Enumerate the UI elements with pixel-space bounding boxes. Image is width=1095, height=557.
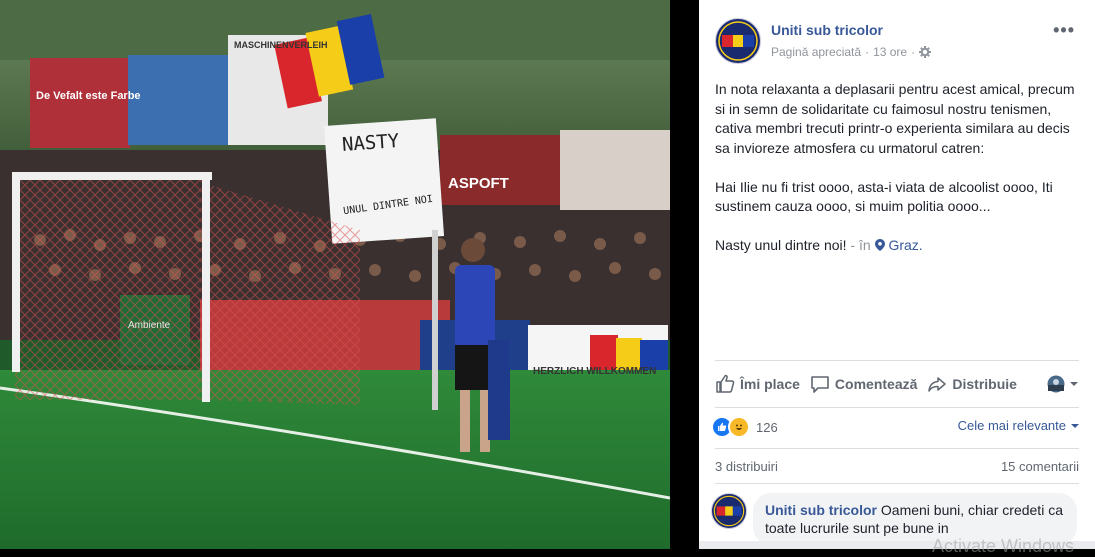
post-text: In nota relaxanta a deplasarii pentru ac… [715, 80, 1085, 275]
reaction-count[interactable]: 126 [756, 420, 778, 435]
post-paragraph: Hai Ilie nu fi trist oooo, asta-i viata … [715, 178, 1053, 215]
banner-text-3: ASPOFT [448, 175, 509, 192]
more-options-icon[interactable]: ••• [1053, 20, 1075, 41]
sort-label: Cele mai relevante [957, 418, 1066, 433]
page-avatar[interactable] [715, 18, 761, 64]
comment-button[interactable]: Comentează [810, 374, 917, 394]
share-button[interactable]: Distribuie [927, 374, 1017, 394]
windows-activation-watermark: Activate Windows [932, 536, 1075, 556]
banner-text-5: Ambiente [128, 320, 171, 331]
liked-page-label: Pagină apreciată [771, 45, 862, 59]
page-logo-icon [712, 494, 746, 528]
banner-text-4: HERZLICH WILLKOMMEN [533, 366, 657, 377]
page-logo-icon [717, 20, 759, 62]
post-as-selector[interactable] [1047, 375, 1079, 393]
divider [715, 483, 1079, 484]
banner-text-nasty: NASTY [341, 130, 400, 156]
stadium-photo [0, 0, 670, 549]
post-header: Uniti sub tricolor Pagină apreciată · 13… [715, 16, 1079, 66]
commenter-avatar[interactable] [711, 493, 747, 529]
meta-separator: · [865, 45, 870, 59]
post-paragraph-last: Nasty unul dintre noi! - în Graz. [715, 236, 1085, 256]
reactions-summary[interactable]: 126 [711, 416, 778, 438]
location-prefix: - în [850, 237, 871, 253]
post-time[interactable]: 13 ore [873, 45, 907, 59]
divider [715, 448, 1079, 449]
post-meta: Pagină apreciată · 13 ore · [771, 45, 932, 59]
page-name-link[interactable]: Uniti sub tricolor [771, 22, 883, 38]
action-bar: Îmi place Comentează Distribuie [715, 360, 1079, 408]
haha-reaction-icon [728, 416, 750, 438]
thumbs-up-icon [716, 374, 735, 393]
sort-chevron-icon [1071, 423, 1079, 428]
gear-icon[interactable] [919, 46, 932, 58]
post-paragraph: In nota relaxanta a deplasarii pentru ac… [715, 81, 1075, 156]
comment-label: Comentează [834, 376, 918, 392]
post-photo[interactable]: De Vefalt este Farbe MASCHINENVERLEIH AS… [0, 0, 670, 549]
share-arrow-icon [928, 377, 947, 392]
profile-avatar-icon [1047, 375, 1065, 393]
like-button[interactable]: Îmi place [715, 374, 800, 394]
location-pin-icon [874, 239, 885, 251]
post-paragraph-text: Nasty unul dintre noi! [715, 237, 847, 253]
like-label: Îmi place [740, 376, 800, 392]
banner-text-1: De Vefalt este Farbe [36, 90, 141, 102]
comment-icon [811, 376, 829, 393]
meta-separator-2: · [911, 45, 916, 59]
comment-author[interactable]: Uniti sub tricolor [765, 502, 877, 518]
chevron-down-icon [1070, 382, 1078, 386]
post-stats: 3 distribuiri 15 comentarii [715, 459, 1079, 474]
comment-sort-dropdown[interactable]: Cele mai relevante [958, 418, 1079, 433]
shares-count[interactable]: 3 distribuiri [715, 459, 778, 474]
share-label: Distribuie [952, 376, 1017, 392]
post-panel: Uniti sub tricolor Pagină apreciată · 13… [699, 0, 1095, 549]
banner-text-2: MASCHINENVERLEIH [234, 40, 328, 50]
location-link[interactable]: Graz. [888, 237, 922, 253]
comments-count[interactable]: 15 comentarii [1001, 459, 1079, 474]
